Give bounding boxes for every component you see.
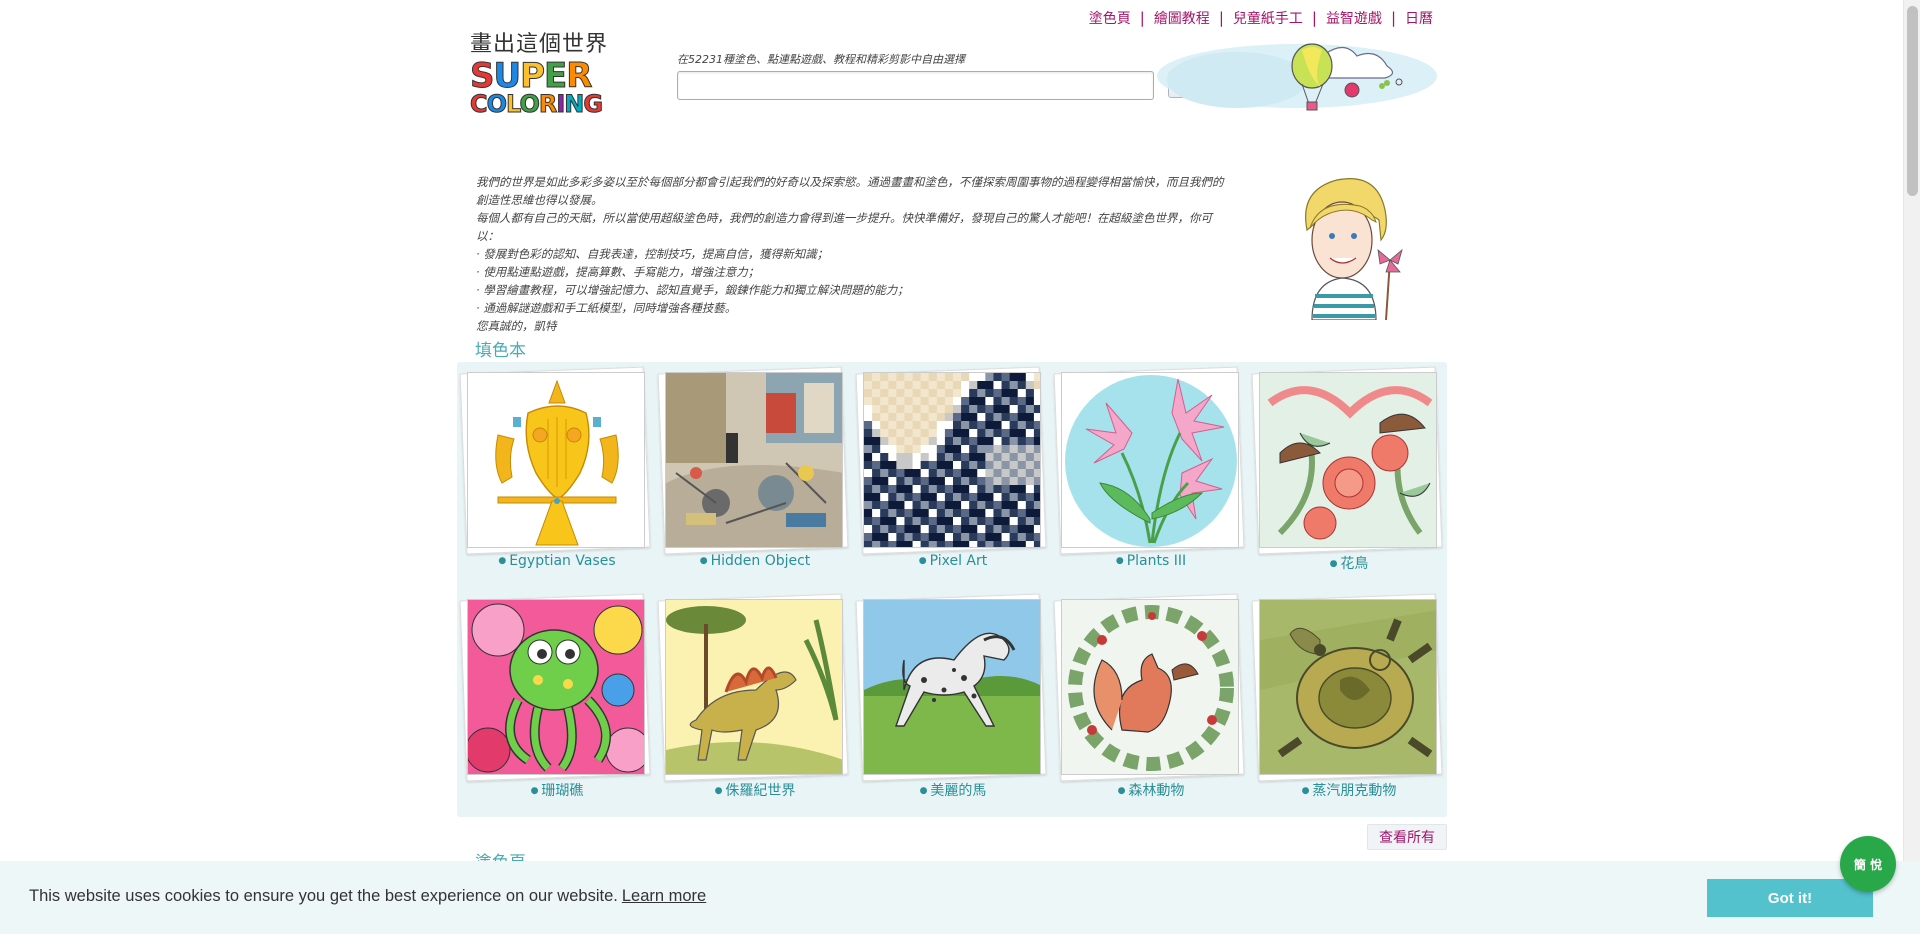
intro-signature: 您真誠的，凱特 xyxy=(476,319,557,333)
top-nav: 塗色頁 | 繪圖教程 | 兒童紙手工 | 益智遊戲 | 日曆 xyxy=(1080,8,1442,28)
coloring-books-gallery: ● Egyptian Vases ● Hidden Object ● Pixel… xyxy=(457,362,1447,817)
language-toggle-button[interactable]: 簡 悅 xyxy=(1840,836,1896,892)
site-logo[interactable]: 畫出這個世界 SUPER COLORING xyxy=(470,26,610,120)
intro-line: 以： xyxy=(476,229,499,243)
thumbnail-steampunk-animals[interactable] xyxy=(1259,599,1437,775)
thumbnail-egyptian-vases[interactable] xyxy=(467,372,645,548)
gallery-caption[interactable]: ● 花鳥 xyxy=(1259,553,1439,573)
cookie-learn-more-link[interactable]: Learn more xyxy=(622,887,706,905)
gallery-card[interactable]: ● Hidden Object xyxy=(657,366,849,569)
cookie-message: This website uses cookies to ensure you … xyxy=(29,887,706,906)
gallery-caption[interactable]: ● Pixel Art xyxy=(863,553,1043,569)
thumbnail-flowers-birds[interactable] xyxy=(1259,372,1437,548)
gallery-card[interactable]: ● 珊瑚礁 xyxy=(459,593,651,800)
cookie-accept-button[interactable]: Got it! xyxy=(1707,879,1873,917)
gallery-caption[interactable]: ● 森林動物 xyxy=(1061,780,1241,800)
cookie-banner: This website uses cookies to ensure you … xyxy=(0,861,1920,934)
intro-text: 我們的世界是如此多彩多姿以至於每個部分都會引起我們的好奇以及探索慾。通過畫畫和塗… xyxy=(476,173,1268,335)
gallery-caption[interactable]: ● 蒸汽朋克動物 xyxy=(1259,780,1439,800)
cookie-text: This website uses cookies to ensure you … xyxy=(29,887,618,905)
nav-calendar[interactable]: 日曆 xyxy=(1396,8,1442,28)
search-hint: 在52231種塗色、點連點遊戲、教程和精彩剪影中自由選擇 xyxy=(677,53,965,66)
thumbnail-beautiful-horse[interactable] xyxy=(863,599,1041,775)
intro-line: · 發展對色彩的認知、自我表達，控制技巧，提高自信，獲得新知識； xyxy=(476,247,829,261)
nav-drawing-tutorials[interactable]: 繪圖教程 xyxy=(1145,8,1219,28)
intro-line: · 使用點連點遊戲，提高算數、手寫能力，增強注意力； xyxy=(476,265,760,279)
gallery-caption[interactable]: ● 美麗的馬 xyxy=(863,780,1043,800)
thumbnail-forest-animals[interactable] xyxy=(1061,599,1239,775)
gallery-card[interactable]: ● 花鳥 xyxy=(1251,366,1443,573)
thumbnail-coral-reef[interactable] xyxy=(467,599,645,775)
page: 塗色頁 | 繪圖教程 | 兒童紙手工 | 益智遊戲 | 日曆 畫出這個世界 SUPER … xyxy=(457,0,1447,934)
search-input[interactable] xyxy=(677,71,1154,100)
gallery-card[interactable]: ● Plants III xyxy=(1053,366,1245,569)
gallery-caption[interactable]: ● 侏羅紀世界 xyxy=(665,780,845,800)
gallery-card[interactable]: ● 蒸汽朋克動物 xyxy=(1251,593,1443,800)
thumbnail-pixel-art[interactable] xyxy=(863,372,1041,548)
gallery-caption[interactable]: ● Hidden Object xyxy=(665,553,845,569)
scrollbar[interactable] xyxy=(1903,0,1920,934)
balloon-illustration xyxy=(1157,43,1437,111)
gallery-card[interactable]: ● Pixel Art xyxy=(855,366,1047,569)
section-title-coloring-books[interactable]: 填色本 xyxy=(475,336,526,361)
gallery-card[interactable]: ● Egyptian Vases xyxy=(459,366,651,569)
logo-word-super: SUPER xyxy=(470,56,593,96)
view-all-button[interactable]: 查看所有 xyxy=(1367,824,1447,850)
gallery-card[interactable]: ● 森林動物 xyxy=(1053,593,1245,800)
thumbnail-jurassic-world[interactable] xyxy=(665,599,843,775)
intro-line: 創造性思維也得以發展。 xyxy=(476,193,603,207)
gallery-caption[interactable]: ● Egyptian Vases xyxy=(467,553,647,569)
nav-puzzle-games[interactable]: 益智遊戲 xyxy=(1317,8,1391,28)
gallery-caption[interactable]: ● Plants III xyxy=(1061,553,1241,569)
intro-line: 每個人都有自己的天賦，所以當使用超級塗色時，我們的創造力會得到進一步提升。快快準… xyxy=(476,211,1212,225)
nav-coloring-pages[interactable]: 塗色頁 xyxy=(1080,8,1140,28)
gallery-card[interactable]: ● 侏羅紀世界 xyxy=(657,593,849,800)
thumbnail-hidden-object[interactable] xyxy=(665,372,843,548)
author-avatar xyxy=(1305,178,1403,320)
logo-tagline: 畫出這個世界 xyxy=(470,32,609,57)
thumbnail-plants-iii[interactable] xyxy=(1061,372,1239,548)
logo-word-coloring: COLORING xyxy=(470,90,604,118)
gallery-card[interactable]: ● 美麗的馬 xyxy=(855,593,1047,800)
intro-line: 我們的世界是如此多彩多姿以至於每個部分都會引起我們的好奇以及探索慾。通過畫畫和塗… xyxy=(476,175,1224,189)
intro-line: · 學習繪畫教程，可以增強記憶力、認知直覺手，鍛鍊作能力和獨立解決問題的能力； xyxy=(476,283,909,297)
scrollbar-thumb[interactable] xyxy=(1907,6,1918,196)
gallery-caption[interactable]: ● 珊瑚礁 xyxy=(467,780,647,800)
intro-line: · 通過解謎遊戲和手工紙模型，同時增強各種技藝。 xyxy=(476,301,737,315)
nav-paper-crafts[interactable]: 兒童紙手工 xyxy=(1224,8,1312,28)
